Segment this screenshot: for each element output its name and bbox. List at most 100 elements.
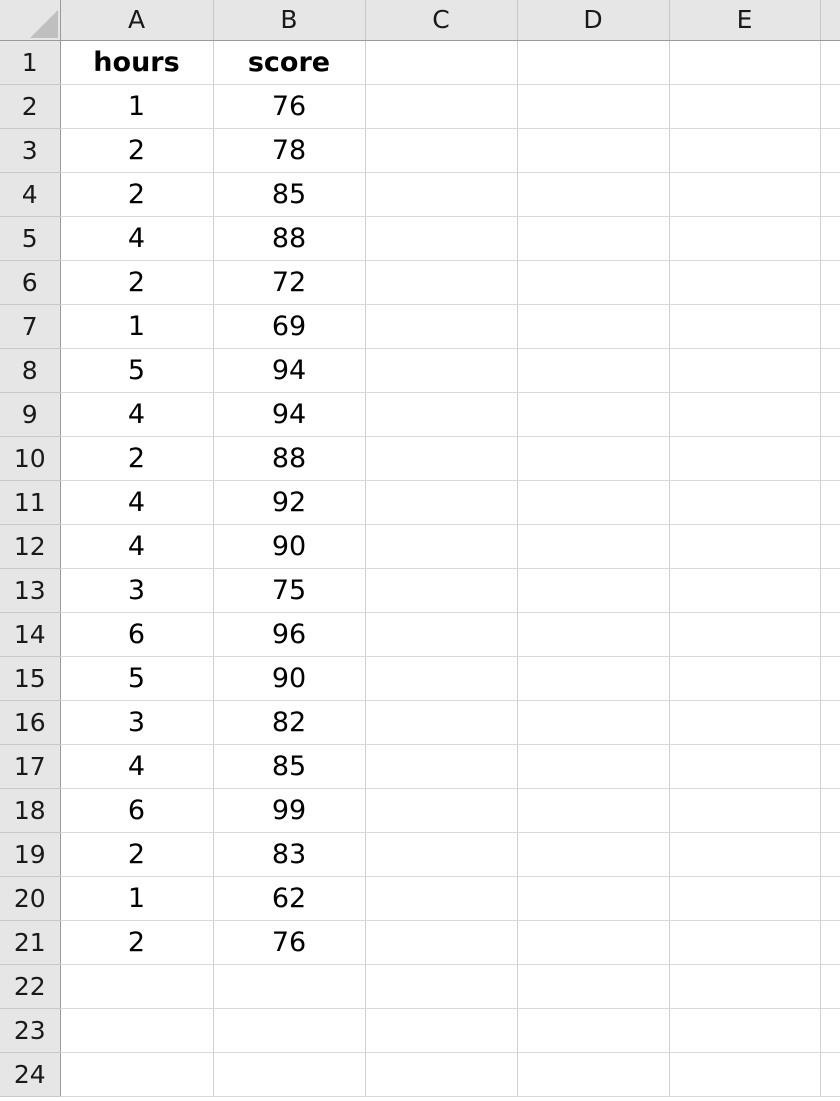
cell-E12[interactable] xyxy=(669,524,821,569)
cell-B6[interactable]: 72 xyxy=(213,260,366,305)
cell-B20[interactable]: 62 xyxy=(213,876,366,921)
cell-C12[interactable] xyxy=(365,524,518,569)
cell-E6[interactable] xyxy=(669,260,821,305)
cell-B24[interactable] xyxy=(213,1052,366,1097)
cell-B7[interactable]: 69 xyxy=(213,304,366,349)
cell-A10[interactable]: 2 xyxy=(60,436,214,481)
table-row[interactable]: 19 2 83 xyxy=(0,832,840,877)
cell-B19[interactable]: 83 xyxy=(213,832,366,877)
row-header-21[interactable]: 21 xyxy=(0,920,61,965)
cell-B13[interactable]: 75 xyxy=(213,568,366,613)
table-row[interactable]: 14 6 96 xyxy=(0,612,840,657)
cell-A15[interactable]: 5 xyxy=(60,656,214,701)
cell-D5[interactable] xyxy=(517,216,670,261)
table-row[interactable]: 4 2 85 xyxy=(0,172,840,217)
table-row[interactable]: 13 3 75 xyxy=(0,568,840,613)
cell-A23[interactable] xyxy=(60,1008,214,1053)
row-header-20[interactable]: 20 xyxy=(0,876,61,921)
row-header-14[interactable]: 14 xyxy=(0,612,61,657)
cell-E22[interactable] xyxy=(669,964,821,1009)
cell-D17[interactable] xyxy=(517,744,670,789)
row-header-8[interactable]: 8 xyxy=(0,348,61,393)
cell-D14[interactable] xyxy=(517,612,670,657)
row-header-13[interactable]: 13 xyxy=(0,568,61,613)
cell-B21[interactable]: 76 xyxy=(213,920,366,965)
cell-E1[interactable] xyxy=(669,40,821,85)
row-header-1[interactable]: 1 xyxy=(0,40,61,85)
table-row[interactable]: 8 5 94 xyxy=(0,348,840,393)
cell-F14[interactable] xyxy=(820,612,840,657)
cell-D11[interactable] xyxy=(517,480,670,525)
cell-C18[interactable] xyxy=(365,788,518,833)
cell-A16[interactable]: 3 xyxy=(60,700,214,745)
cell-C6[interactable] xyxy=(365,260,518,305)
cell-A8[interactable]: 5 xyxy=(60,348,214,393)
cell-D1[interactable] xyxy=(517,40,670,85)
table-row[interactable]: 6 2 72 xyxy=(0,260,840,305)
cell-C21[interactable] xyxy=(365,920,518,965)
cell-D24[interactable] xyxy=(517,1052,670,1097)
cell-C9[interactable] xyxy=(365,392,518,437)
column-header-c[interactable]: C xyxy=(365,0,518,41)
table-row[interactable]: 16 3 82 xyxy=(0,700,840,745)
cell-C7[interactable] xyxy=(365,304,518,349)
cell-E9[interactable] xyxy=(669,392,821,437)
cell-D10[interactable] xyxy=(517,436,670,481)
cell-E19[interactable] xyxy=(669,832,821,877)
cell-A14[interactable]: 6 xyxy=(60,612,214,657)
cell-B16[interactable]: 82 xyxy=(213,700,366,745)
cell-F19[interactable] xyxy=(820,832,840,877)
cell-E17[interactable] xyxy=(669,744,821,789)
row-header-6[interactable]: 6 xyxy=(0,260,61,305)
cell-D15[interactable] xyxy=(517,656,670,701)
cell-C19[interactable] xyxy=(365,832,518,877)
column-header-e[interactable]: E xyxy=(669,0,821,41)
cell-D22[interactable] xyxy=(517,964,670,1009)
cell-A4[interactable]: 2 xyxy=(60,172,214,217)
cell-F12[interactable] xyxy=(820,524,840,569)
cell-F22[interactable] xyxy=(820,964,840,1009)
cell-F8[interactable] xyxy=(820,348,840,393)
cell-B22[interactable] xyxy=(213,964,366,1009)
cell-F17[interactable] xyxy=(820,744,840,789)
cell-D8[interactable] xyxy=(517,348,670,393)
cell-B10[interactable]: 88 xyxy=(213,436,366,481)
cell-B4[interactable]: 85 xyxy=(213,172,366,217)
cell-F11[interactable] xyxy=(820,480,840,525)
cell-D19[interactable] xyxy=(517,832,670,877)
cell-C10[interactable] xyxy=(365,436,518,481)
row-header-4[interactable]: 4 xyxy=(0,172,61,217)
cell-F6[interactable] xyxy=(820,260,840,305)
select-all-corner[interactable] xyxy=(0,0,61,41)
row-header-2[interactable]: 2 xyxy=(0,84,61,129)
cell-C17[interactable] xyxy=(365,744,518,789)
cell-F18[interactable] xyxy=(820,788,840,833)
row-header-11[interactable]: 11 xyxy=(0,480,61,525)
cell-D9[interactable] xyxy=(517,392,670,437)
row-header-10[interactable]: 10 xyxy=(0,436,61,481)
cell-B14[interactable]: 96 xyxy=(213,612,366,657)
cell-F16[interactable] xyxy=(820,700,840,745)
table-row[interactable]: 17 4 85 xyxy=(0,744,840,789)
cell-C11[interactable] xyxy=(365,480,518,525)
cell-F10[interactable] xyxy=(820,436,840,481)
table-row[interactable]: 10 2 88 xyxy=(0,436,840,481)
table-row[interactable]: 12 4 90 xyxy=(0,524,840,569)
row-header-16[interactable]: 16 xyxy=(0,700,61,745)
row-header-23[interactable]: 23 xyxy=(0,1008,61,1053)
cell-E8[interactable] xyxy=(669,348,821,393)
table-row[interactable]: 18 6 99 xyxy=(0,788,840,833)
cell-C13[interactable] xyxy=(365,568,518,613)
cell-A21[interactable]: 2 xyxy=(60,920,214,965)
cell-A5[interactable]: 4 xyxy=(60,216,214,261)
cell-A19[interactable]: 2 xyxy=(60,832,214,877)
cell-D16[interactable] xyxy=(517,700,670,745)
table-row[interactable]: 15 5 90 xyxy=(0,656,840,701)
row-header-7[interactable]: 7 xyxy=(0,304,61,349)
row-header-12[interactable]: 12 xyxy=(0,524,61,569)
row-header-3[interactable]: 3 xyxy=(0,128,61,173)
cell-F7[interactable] xyxy=(820,304,840,349)
cell-C5[interactable] xyxy=(365,216,518,261)
cell-C4[interactable] xyxy=(365,172,518,217)
cell-B9[interactable]: 94 xyxy=(213,392,366,437)
